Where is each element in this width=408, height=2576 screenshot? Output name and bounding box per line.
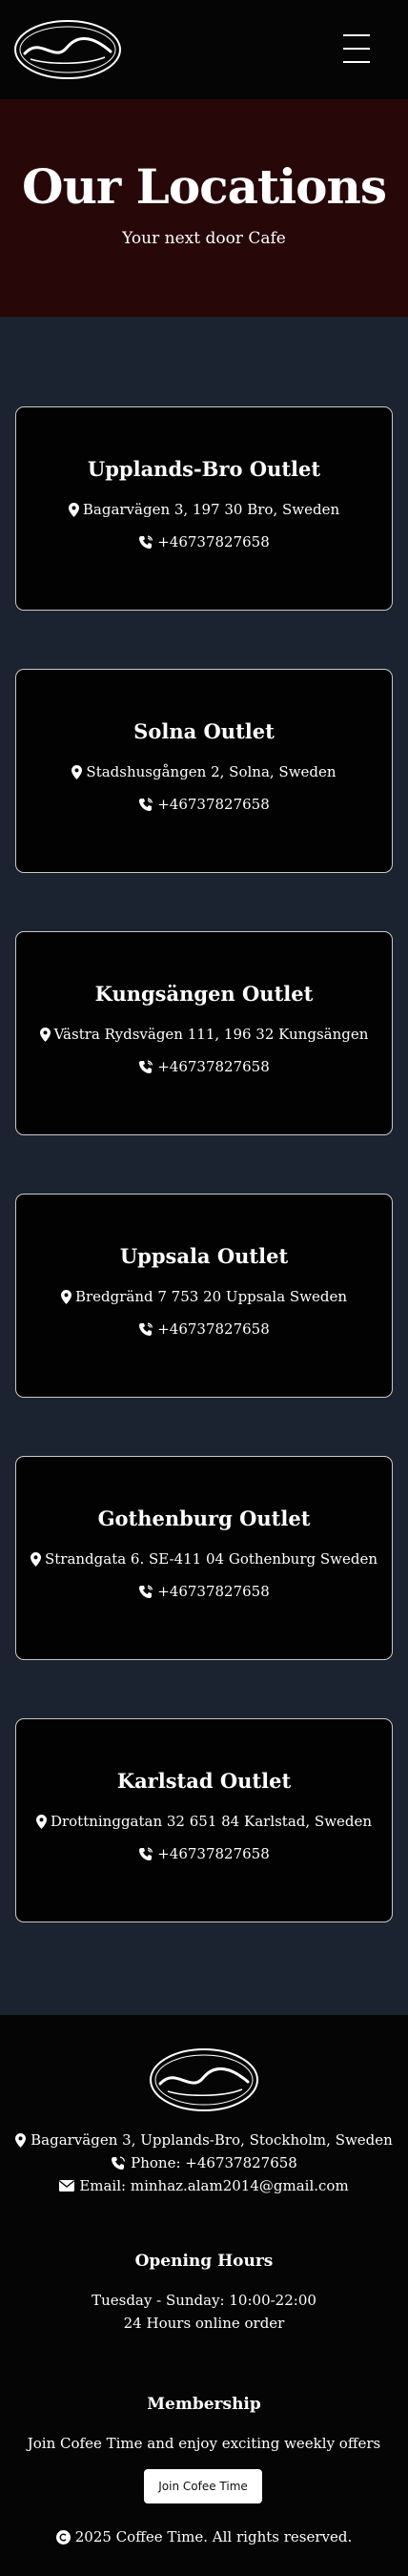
location-address: Västra Rydsvägen 111, 196 32 Kungsängen: [16, 1026, 392, 1043]
phone-volume-icon: [138, 797, 153, 812]
phone-volume-icon: [138, 1584, 153, 1599]
envelope-icon: [59, 2180, 75, 2192]
location-phone-text: +46737827658: [157, 533, 270, 551]
location-phone[interactable]: +46737827658: [16, 1320, 392, 1338]
navbar: [0, 0, 408, 99]
location-name: Upplands-Bro Outlet: [87, 457, 321, 481]
location-address-text: Strandgata 6. SE-411 04 Gothenburg Swede…: [44, 1550, 378, 1568]
location-card: Upplands-Bro Outlet Bagarvägen 3, 197 30…: [15, 406, 393, 611]
map-marker-icon: [60, 1289, 71, 1304]
location-phone-text: +46737827658: [157, 1320, 270, 1338]
logo[interactable]: [11, 15, 124, 84]
footer-address-text: Bagarvägen 3, Upplands-Bro, Stockholm, S…: [31, 2131, 393, 2149]
location-name: Uppsala Outlet: [119, 1244, 289, 1268]
membership-text-content: Join Cofee Time and enjoy exciting weekl…: [27, 2435, 381, 2452]
phone-volume-icon: [138, 1059, 153, 1074]
membership-text: Join Cofee Time and enjoy exciting weekl…: [0, 2435, 408, 2452]
map-marker-icon: [68, 502, 79, 517]
footer-logo[interactable]: [147, 2042, 261, 2118]
phone-volume-icon: [138, 1321, 153, 1337]
location-address-text: Bredgränd 7 753 20 Uppsala Sweden: [74, 1288, 348, 1305]
copyright-text: 2025 Coffee Time. All rights reserved.: [74, 2528, 353, 2545]
location-name: Karlstad Outlet: [116, 1769, 292, 1793]
location-address: Stadshusgången 2, Solna, Sweden: [16, 763, 392, 780]
location-phone[interactable]: +46737827658: [16, 1845, 392, 1862]
hamburger-menu-button[interactable]: [343, 34, 370, 63]
hamburger-line: [343, 34, 370, 36]
location-address: Strandgata 6. SE-411 04 Gothenburg Swede…: [16, 1550, 392, 1568]
location-address: Bredgränd 7 753 20 Uppsala Sweden: [16, 1288, 392, 1305]
location-phone[interactable]: +46737827658: [16, 796, 392, 813]
footer-email[interactable]: Email: minhaz.alam2014@gmail.com: [0, 2177, 408, 2194]
location-phone-text: +46737827658: [157, 1058, 270, 1075]
phone-volume-icon: [138, 1846, 153, 1861]
location-phone[interactable]: +46737827658: [16, 1583, 392, 1600]
online-order-hours-text: 24 Hours online order: [123, 2315, 285, 2332]
phone-volume-icon: [138, 534, 153, 550]
location-card: Solna Outlet Stadshusgången 2, Solna, Sw…: [15, 669, 393, 873]
join-button[interactable]: Join Cofee Time: [144, 2469, 262, 2503]
location-phone[interactable]: +46737827658: [16, 533, 392, 551]
location-address: Bagarvägen 3, 197 30 Bro, Sweden: [16, 501, 392, 518]
hero-banner: Our Locations Your next door Cafe: [0, 99, 408, 317]
locations-section: Upplands-Bro Outlet Bagarvägen 3, 197 30…: [0, 317, 408, 2015]
opening-hours-days: Tuesday - Sunday: 10:00-22:00: [0, 2292, 408, 2309]
copyright: 2025 Coffee Time. All rights reserved.: [0, 2528, 408, 2545]
map-marker-icon: [39, 1027, 51, 1042]
location-address-text: Bagarvägen 3, 197 30 Bro, Sweden: [82, 501, 340, 518]
location-name: Solna Outlet: [133, 719, 275, 743]
location-address: Drottninggatan 32 651 84 Karlstad, Swede…: [16, 1813, 392, 1830]
location-phone-text: +46737827658: [157, 1845, 270, 1862]
opening-hours-days-text: Tuesday - Sunday: 10:00-22:00: [92, 2292, 316, 2309]
footer-phone[interactable]: Phone: +46737827658: [0, 2154, 408, 2171]
copyright-icon: [55, 2529, 71, 2545]
location-address-text: Stadshusgången 2, Solna, Sweden: [86, 763, 337, 780]
footer-phone-text: Phone: +46737827658: [131, 2154, 297, 2171]
map-marker-icon: [35, 1814, 47, 1829]
location-card: Kungsängen Outlet Västra Rydsvägen 111, …: [15, 931, 393, 1135]
location-phone-text: +46737827658: [157, 1583, 270, 1600]
map-marker-icon: [71, 764, 83, 779]
hamburger-line: [343, 61, 370, 63]
location-name: Kungsängen Outlet: [94, 982, 314, 1006]
footer-address: Bagarvägen 3, Upplands-Bro, Stockholm, S…: [0, 2131, 408, 2149]
online-order-hours: 24 Hours online order: [0, 2315, 408, 2332]
location-phone-text: +46737827658: [157, 796, 270, 813]
map-marker-icon: [15, 2132, 27, 2148]
footer-email-text: Email: minhaz.alam2014@gmail.com: [79, 2177, 349, 2194]
location-card: Uppsala Outlet Bredgränd 7 753 20 Uppsal…: [15, 1194, 393, 1398]
location-name: Gothenburg Outlet: [97, 1506, 311, 1530]
page-subtitle: Your next door Cafe: [122, 229, 286, 248]
location-phone[interactable]: +46737827658: [16, 1058, 392, 1075]
membership-title: Membership: [147, 2395, 261, 2414]
opening-hours-title: Opening Hours: [134, 2252, 274, 2271]
footer: Bagarvägen 3, Upplands-Bro, Stockholm, S…: [0, 2015, 408, 2576]
location-address-text: Drottninggatan 32 651 84 Karlstad, Swede…: [50, 1813, 373, 1830]
location-card: Karlstad Outlet Drottninggatan 32 651 84…: [15, 1718, 393, 1922]
phone-volume-icon: [111, 2155, 126, 2171]
hamburger-line: [343, 48, 370, 50]
page-title: Our Locations: [22, 158, 387, 215]
location-card: Gothenburg Outlet Strandgata 6. SE-411 0…: [15, 1456, 393, 1660]
map-marker-icon: [30, 1551, 41, 1567]
location-address-text: Västra Rydsvägen 111, 196 32 Kungsängen: [53, 1026, 369, 1043]
